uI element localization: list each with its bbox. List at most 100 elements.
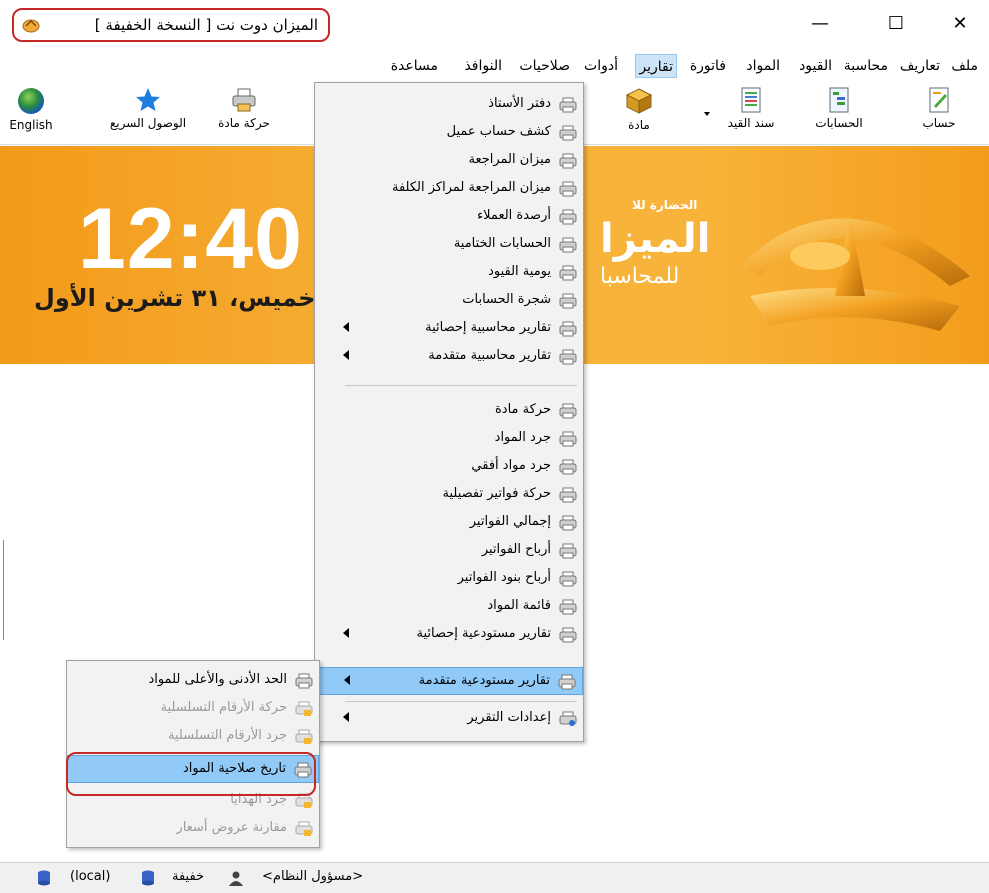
date-display: خميس، ٣١ تشرين الأول [34,284,316,312]
printer-icon [559,97,577,113]
printer-icon [559,459,577,475]
submenu-arrow-icon [343,712,349,722]
printer-icon [559,403,577,419]
menu-accounting[interactable]: محاسبة [841,54,891,78]
menu-item-chart-of-accounts[interactable]: شجرة الحسابات [315,287,583,315]
brand-name: الميزا [600,216,711,262]
menu-item-invoice-line-profits[interactable]: أرباح بنود الفواتير [315,565,583,593]
settings-printer-icon [559,711,577,726]
submenu-item-min-max[interactable]: الحد الأدنى والأعلى للمواد [67,667,319,695]
brand-subtitle: للمحاسبا [600,264,680,289]
menu-invoice[interactable]: فاتورة [687,54,729,78]
submenu-item-serial-movement: حركة الأرقام التسلسلية [67,695,319,723]
toolbar-material[interactable]: مادة [612,80,666,144]
submenu-item-expiry-date[interactable]: تاريخ صلاحية المواد [67,755,319,783]
menu-bar: ملف تعاريف محاسبة القيود المواد فاتورة ت… [0,54,989,78]
menu-permissions[interactable]: صلاحيات [516,54,573,78]
printer-icon [559,125,577,141]
menu-separator [345,385,577,386]
menu-item-invoices-total[interactable]: إجمالي الفواتير [315,509,583,537]
document-lines-icon [741,87,761,113]
printer-icon [559,431,577,447]
menu-item-materials-list[interactable]: قائمة المواد [315,593,583,621]
menu-file[interactable]: ملف [948,54,981,78]
submenu-item-gifts-inventory: جرد الهدايا [67,787,319,815]
dropdown-arrow-icon [704,112,710,116]
printer-icon [559,571,577,587]
menu-tools[interactable]: أدوات [581,54,621,78]
menu-item-customer-statement[interactable]: كشف حساب عميل [315,119,583,147]
locked-printer-icon [295,701,313,716]
printer-icon [559,599,577,615]
menu-reports[interactable]: تقارير [635,54,677,78]
printer-icon [559,209,577,225]
tree-document-icon [829,87,849,113]
printer-icon [232,88,256,112]
submenu-arrow-icon [343,628,349,638]
printer-icon [559,515,577,531]
scale-logo-icon [740,216,970,331]
toolbar-entry-voucher[interactable]: سند القيد [718,80,784,144]
reports-dropdown-menu: دفتر الأستاذ كشف حساب عميل ميزان المراجع… [314,82,584,742]
locked-printer-icon [295,821,313,836]
toolbar-account[interactable]: حساب [912,80,966,144]
left-edge-divider [3,540,4,640]
printer-icon [559,181,577,197]
database-icon [142,870,154,886]
submenu-item-price-quotes-compare: مقارنة عروض أسعار [67,815,319,843]
edition-label: خفيفة [172,869,205,884]
server-label: (local) [70,869,111,884]
submenu-arrow-icon [344,675,350,685]
title-bar: الميزان دوت نت [ النسخة الخفيفة ] — ☐ ✕ [0,0,989,48]
menu-item-accounting-advanced[interactable]: تقارير محاسبية متقدمة [315,343,583,371]
menu-item-customer-balances[interactable]: أرصدة العملاء [315,203,583,231]
menu-entries[interactable]: القيود [796,54,835,78]
menu-separator [345,701,577,702]
printer-icon [559,293,577,309]
menu-item-material-movement[interactable]: حركة مادة [315,397,583,425]
menu-item-trial-balance-cost-centers[interactable]: ميزان المراجعة لمراكز الكلفة [315,175,583,203]
app-logo-icon [22,19,40,33]
menu-item-horizontal-inventory[interactable]: جرد مواد أفقي [315,453,583,481]
toolbar-dropdown-arrow[interactable] [702,80,712,144]
menu-item-detailed-invoice-movement[interactable]: حركة فواتير تفصيلية [315,481,583,509]
menu-materials[interactable]: المواد [743,54,783,78]
locked-printer-icon [295,729,313,744]
menu-definitions[interactable]: تعاريف [897,54,943,78]
menu-item-general-ledger[interactable]: دفتر الأستاذ [315,91,583,119]
toolbar-quick-access[interactable]: الوصول السريع [100,80,196,144]
star-icon [136,88,160,111]
window-title-box: الميزان دوت نت [ النسخة الخفيفة ] [12,8,330,42]
printer-icon [559,321,577,337]
menu-windows[interactable]: النوافذ [461,54,505,78]
printer-icon [559,265,577,281]
menu-help[interactable]: مساعدة [388,54,441,78]
menu-item-trial-balance[interactable]: ميزان المراجعة [315,147,583,175]
menu-item-invoice-profits[interactable]: أرباح الفواتير [315,537,583,565]
account-document-icon [929,87,949,113]
menu-item-accounting-statistical[interactable]: تقارير محاسبية إحصائية [315,315,583,343]
menu-item-journal-entries[interactable]: يومية القيود [315,259,583,287]
status-bar: (local) خفيفة <مسؤول النظام> [0,862,989,893]
close-button[interactable]: ✕ [940,10,980,38]
menu-item-final-accounts[interactable]: الحسابات الختامية [315,231,583,259]
toolbar-material-movement[interactable]: حركة مادة [212,80,276,144]
window-title: الميزان دوت نت [ النسخة الخفيفة ] [94,16,318,34]
minimize-button[interactable]: — [800,10,840,38]
printer-icon [559,543,577,559]
user-label: <مسؤول النظام> [262,869,364,884]
globe-icon [18,88,44,114]
submenu-arrow-icon [343,322,349,332]
menu-item-report-settings[interactable]: إعدادات التقرير [315,705,583,733]
toolbar-accounts[interactable]: الحسابات [806,80,872,144]
advanced-inventory-submenu: الحد الأدنى والأعلى للمواد حركة الأرقام … [66,660,320,848]
printer-icon [559,237,577,253]
locked-printer-icon [295,793,313,808]
submenu-item-serial-inventory: جرد الأرقام التسلسلية [67,723,319,751]
menu-item-inventory-advanced[interactable]: تقارير مستودعية متقدمة [315,667,583,695]
menu-item-inventory-statistical[interactable]: تقارير مستودعية إحصائية [315,621,583,649]
menu-item-materials-inventory[interactable]: جرد المواد [315,425,583,453]
toolbar-english[interactable]: English [6,80,56,144]
maximize-button[interactable]: ☐ [876,10,916,38]
database-icon [38,870,50,886]
